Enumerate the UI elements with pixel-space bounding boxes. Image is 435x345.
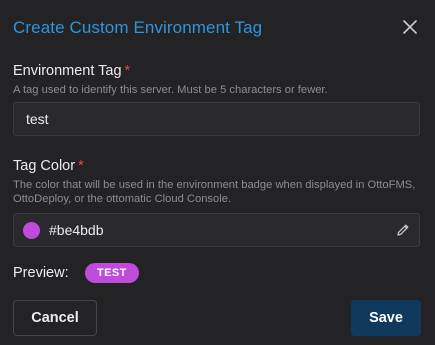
tag-color-value: #be4bdb: [49, 222, 104, 238]
cancel-button[interactable]: Cancel: [13, 300, 97, 336]
preview-label: Preview:: [13, 265, 69, 281]
dialog-title: Create Custom Environment Tag: [13, 18, 263, 37]
env-tag-input[interactable]: test: [13, 102, 420, 136]
environment-badge: TEST: [85, 263, 139, 283]
tag-color-help: The color that will be used in the envir…: [13, 179, 416, 205]
env-tag-value: test: [26, 111, 49, 127]
close-icon: [403, 20, 417, 34]
required-marker: *: [124, 63, 131, 79]
env-tag-label-text: Environment Tag: [13, 63, 122, 79]
save-button[interactable]: Save: [351, 300, 421, 336]
pencil-icon[interactable]: [395, 222, 411, 238]
tag-color-input[interactable]: #be4bdb: [13, 213, 420, 247]
required-marker: *: [78, 158, 84, 174]
env-tag-help: A tag used to identify this server. Must…: [13, 84, 328, 96]
env-tag-label: Environment Tag *: [13, 63, 130, 79]
color-swatch[interactable]: [23, 221, 40, 239]
tag-color-label-text: Tag Color: [13, 158, 76, 174]
close-button[interactable]: [400, 17, 420, 37]
tag-color-label: Tag Color *: [13, 158, 84, 174]
create-tag-dialog: Create Custom Environment Tag Environmen…: [0, 0, 435, 345]
